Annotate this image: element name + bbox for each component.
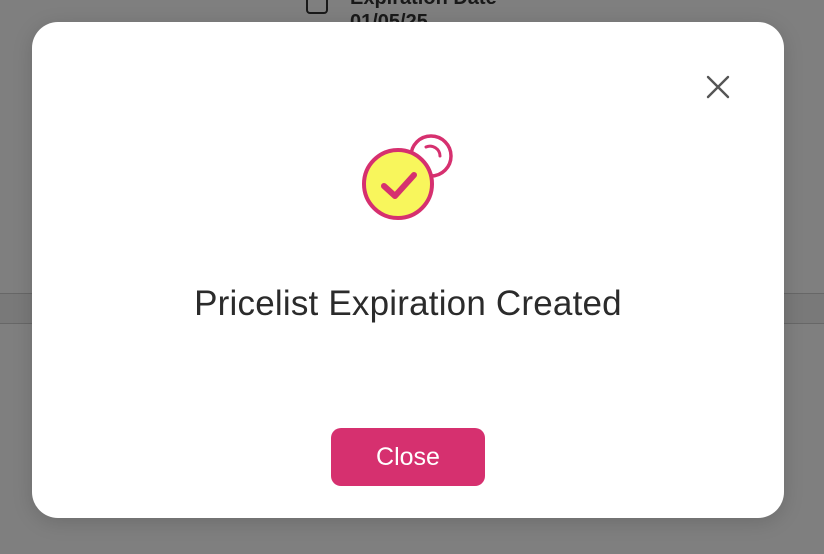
close-icon[interactable]	[704, 73, 732, 101]
close-button[interactable]: Close	[331, 428, 485, 486]
success-dialog: Pricelist Expiration Created Close	[32, 22, 784, 518]
success-check-icon	[360, 134, 458, 226]
dialog-title: Pricelist Expiration Created	[194, 284, 622, 323]
